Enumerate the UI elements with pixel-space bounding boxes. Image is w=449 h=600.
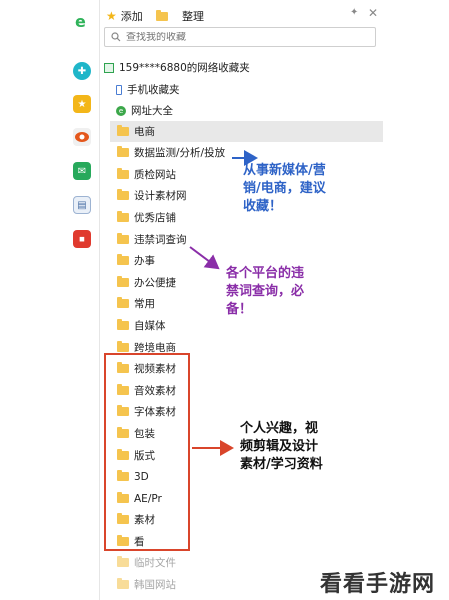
- folder-row[interactable]: 数据监测/分析/投放: [117, 142, 225, 163]
- folder-row[interactable]: 音效素材: [117, 380, 176, 401]
- folder-icon: [117, 341, 129, 352]
- folder-row[interactable]: 字体素材: [117, 401, 176, 422]
- folder-icon: [117, 556, 129, 567]
- left-rail: e ✚ ★ ✉ ▤ ◼: [0, 0, 100, 600]
- folder-icon: [117, 535, 129, 546]
- folder-icon: [117, 319, 129, 330]
- folder-icon: [117, 384, 129, 395]
- folder-row[interactable]: 办公便捷: [117, 272, 176, 293]
- note-icon[interactable]: ▤: [73, 196, 91, 214]
- annotation-blue: 从事新媒体/营 销/电商，建议 收藏！: [243, 163, 326, 214]
- folder-row[interactable]: 常用: [117, 293, 155, 314]
- folder-icon: [117, 470, 129, 481]
- folder-row[interactable]: 质检网站: [117, 164, 176, 185]
- close-icon[interactable]: ✕: [368, 6, 378, 20]
- eye-icon[interactable]: [73, 128, 91, 146]
- pin-icon[interactable]: ✦: [350, 7, 358, 18]
- folder-icon: [117, 189, 129, 200]
- folder-icon: [117, 233, 129, 244]
- search-box: [104, 27, 376, 47]
- folder-icon: [117, 146, 129, 157]
- folder-row[interactable]: 视频素材: [117, 358, 176, 379]
- add-button[interactable]: ★ 添加: [106, 8, 143, 24]
- folder-row[interactable]: 韩国网站: [117, 574, 176, 595]
- user-icon: [104, 62, 114, 73]
- folder-icon: [117, 125, 129, 136]
- folder-row[interactable]: 跨境电商: [117, 337, 176, 358]
- folder-icon: [117, 362, 129, 373]
- search-icon: [111, 32, 121, 42]
- mail-icon[interactable]: ✉: [73, 162, 91, 180]
- folder-icon: [117, 168, 129, 179]
- folder-row[interactable]: 3D: [117, 466, 149, 487]
- folder-row[interactable]: 看: [117, 531, 145, 552]
- folder-icon: [117, 254, 129, 265]
- folder-row[interactable]: 优秀店铺: [117, 207, 176, 228]
- folder-icon: [117, 297, 129, 308]
- folder-icon: [117, 492, 129, 503]
- svg-text:e: e: [75, 12, 86, 30]
- star-icon[interactable]: ★: [73, 95, 91, 113]
- folder-icon: [117, 513, 129, 524]
- annotation-dark: 个人兴趣，视 频剪辑及设计 素材/学习资料: [240, 421, 323, 472]
- folder-icon: [117, 276, 129, 287]
- red-badge-icon[interactable]: ◼: [73, 230, 91, 248]
- folder-row[interactable]: AE/Pr: [117, 488, 162, 509]
- folder-row[interactable]: 包装: [117, 423, 155, 444]
- watermark: 看看手游网: [320, 572, 436, 597]
- folder-row[interactable]: 自媒体: [117, 315, 166, 336]
- add-star-icon: ★: [106, 9, 117, 23]
- plus-icon[interactable]: ✚: [73, 62, 91, 80]
- folder-row[interactable]: 素材: [117, 509, 155, 530]
- folder-icon: [117, 578, 129, 589]
- folder-icon: [117, 449, 129, 460]
- folder-icon: [117, 405, 129, 416]
- folder-row[interactable]: 办事: [117, 250, 155, 271]
- list-item[interactable]: 手机收藏夹: [116, 79, 180, 100]
- account-row[interactable]: 159****6880的网络收藏夹: [104, 57, 250, 78]
- folder-row[interactable]: 设计素材网: [117, 185, 187, 206]
- web-directory-icon: e: [116, 105, 126, 116]
- folder-row[interactable]: 电商: [110, 121, 383, 142]
- folder-row[interactable]: 临时文件: [117, 552, 176, 573]
- folder-icon: [156, 9, 168, 21]
- annotation-purple: 各个平台的违 禁词查询，必 备！: [226, 266, 305, 317]
- folder-row[interactable]: 版式: [117, 445, 155, 466]
- ie-logo-icon[interactable]: e: [73, 12, 91, 30]
- purple-arrow: [189, 246, 220, 270]
- folder-row[interactable]: 违禁词查询: [117, 229, 187, 250]
- folder-icon: [117, 427, 129, 438]
- toolbar: ★ 添加 整理 ✦ ✕: [100, 0, 385, 28]
- list-item[interactable]: e 网址大全: [116, 100, 173, 121]
- folder-icon: [117, 211, 129, 222]
- search-input[interactable]: [126, 31, 356, 43]
- phone-icon: [116, 84, 122, 95]
- organize-button[interactable]: 整理: [156, 8, 204, 24]
